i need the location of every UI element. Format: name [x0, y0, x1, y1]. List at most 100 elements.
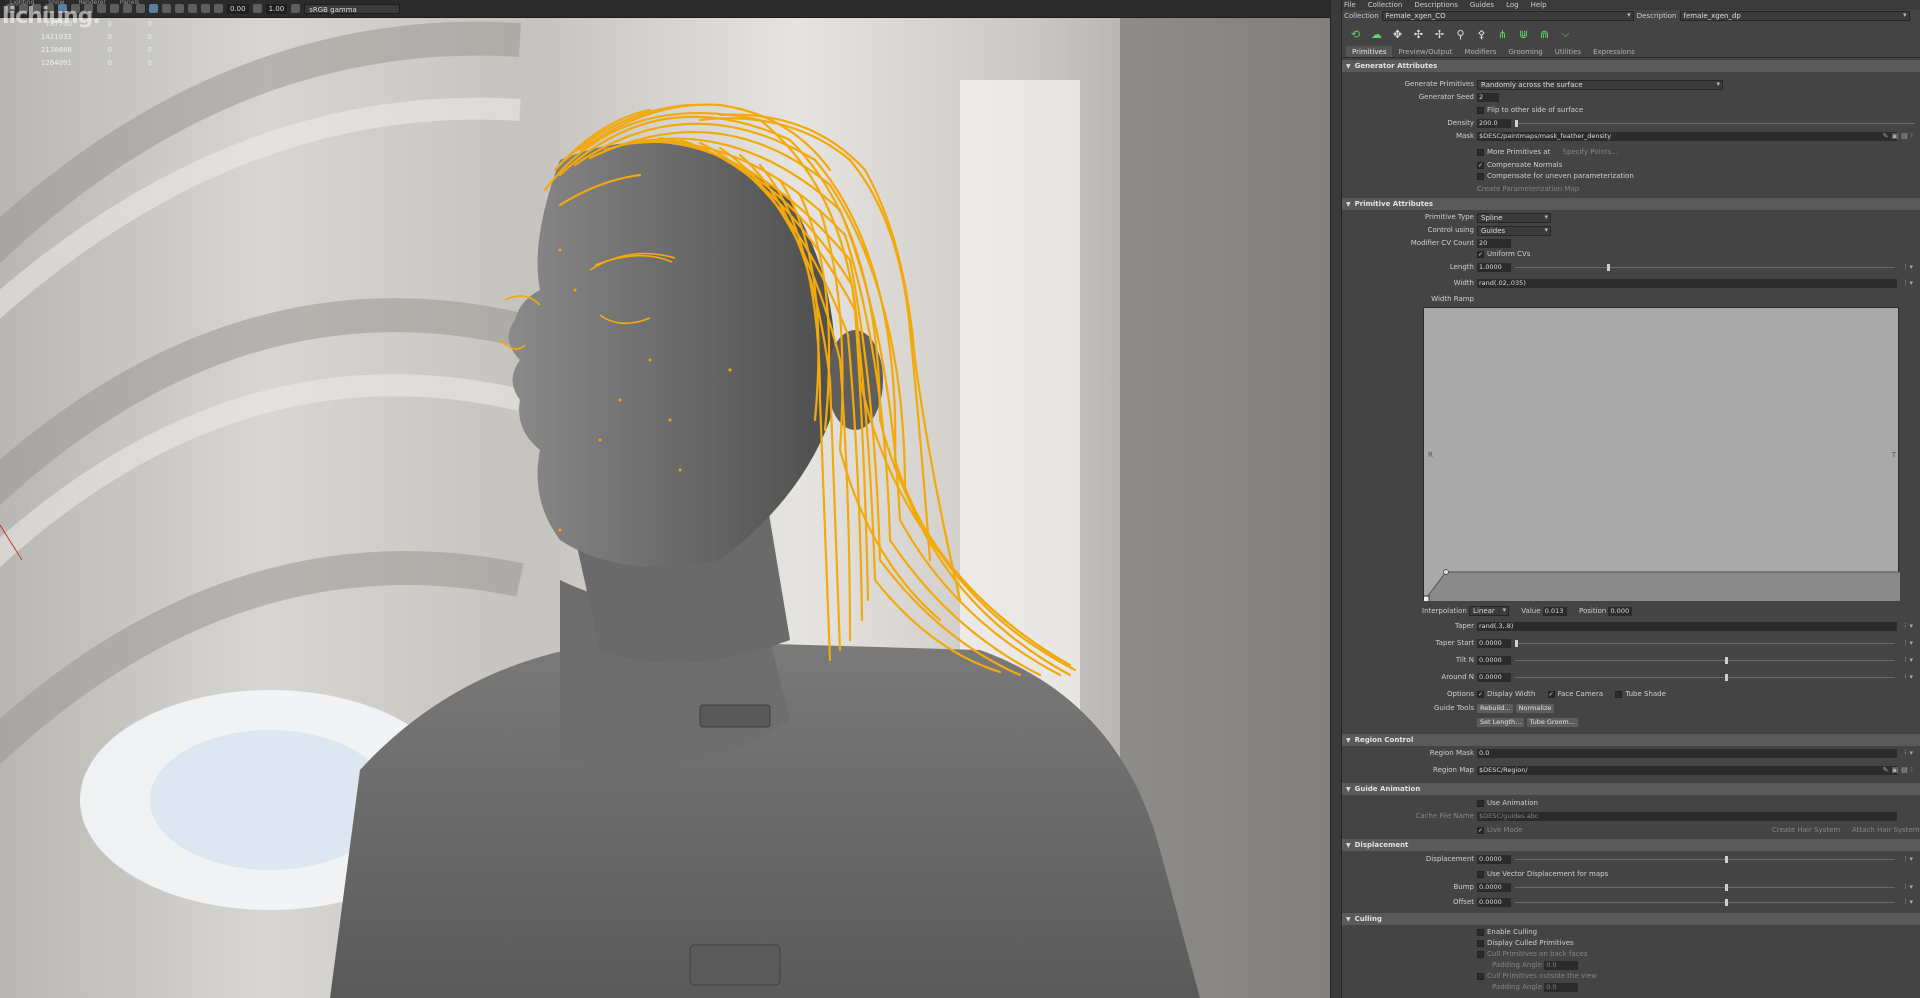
- hair-icon[interactable]: ⋓: [1516, 27, 1531, 42]
- description-select[interactable]: female_xgen_dp: [1679, 11, 1910, 21]
- tube-shade-checkbox[interactable]: [1615, 690, 1623, 698]
- create-hair-system-button[interactable]: Create Hair System: [1772, 826, 1840, 834]
- section-primitive[interactable]: Primitive Attributes: [1342, 198, 1920, 210]
- displacement-slider[interactable]: [1515, 856, 1895, 863]
- safe-action-icon[interactable]: [201, 4, 210, 13]
- display-culled-checkbox[interactable]: [1477, 939, 1484, 947]
- length-expr-icon[interactable]: ⁝▾: [1904, 263, 1916, 271]
- offset-field[interactable]: 0.0000: [1477, 898, 1511, 907]
- primitive-type-select[interactable]: Spline: [1477, 213, 1551, 223]
- more-primitives-checkbox[interactable]: [1477, 148, 1484, 156]
- enable-culling-checkbox[interactable]: [1477, 928, 1484, 936]
- bump-field[interactable]: 0.0000: [1477, 883, 1511, 892]
- region-map-tools-icon[interactable]: ✎▣▤⁝: [1883, 766, 1916, 774]
- density-field[interactable]: 200.0: [1477, 119, 1511, 128]
- import-icon[interactable]: ☁: [1369, 27, 1384, 42]
- set-length-button[interactable]: Set Length...: [1477, 718, 1525, 727]
- tab-preview-output[interactable]: Preview/Output: [1392, 46, 1458, 57]
- specify-points-button[interactable]: Specify Points...: [1563, 148, 1618, 156]
- ramp-position-field[interactable]: 0.000: [1608, 607, 1633, 616]
- tab-utilities[interactable]: Utilities: [1549, 46, 1587, 57]
- select-guide-icon[interactable]: ✣: [1411, 27, 1426, 42]
- section-region[interactable]: Region Control: [1342, 734, 1920, 746]
- uniform-cvs-checkbox[interactable]: [1477, 250, 1484, 258]
- tilt-n-expr-icon[interactable]: ⁝▾: [1904, 656, 1916, 664]
- section-culling[interactable]: Culling: [1342, 913, 1920, 925]
- hud-icon[interactable]: [149, 4, 158, 13]
- mask-tools-icon[interactable]: ✎▣▤⁝: [1883, 132, 1916, 140]
- region-mask-expr-icon[interactable]: ⁝▾: [1904, 749, 1916, 757]
- gate-mask-icon[interactable]: [175, 4, 184, 13]
- displacement-expr-icon[interactable]: ⁝▾: [1904, 855, 1916, 863]
- width-expr-icon[interactable]: ⁝▾: [1904, 279, 1916, 287]
- tab-expressions[interactable]: Expressions: [1587, 46, 1641, 57]
- sculpt-guide-icon[interactable]: ⚲: [1453, 27, 1468, 42]
- taper-field[interactable]: rand(.3,.8): [1477, 622, 1897, 631]
- offset-expr-icon[interactable]: ⁝▾: [1904, 898, 1916, 906]
- cv-count-field[interactable]: 20: [1477, 239, 1511, 248]
- cull-outside-view-checkbox[interactable]: [1477, 972, 1484, 980]
- taper-expr-icon[interactable]: ⁝▾: [1904, 622, 1916, 630]
- cull-back-faces-checkbox[interactable]: [1477, 950, 1484, 958]
- face-camera-checkbox[interactable]: [1547, 690, 1555, 698]
- length-field[interactable]: 1.0000: [1477, 263, 1511, 272]
- displacement-field[interactable]: 0.0000: [1477, 855, 1511, 864]
- tube-groom-button[interactable]: Tube Groom...: [1526, 718, 1578, 727]
- control-using-select[interactable]: Guides: [1477, 226, 1551, 236]
- vp-menu-item[interactable]: Panels: [120, 0, 139, 6]
- taper-start-field[interactable]: 0.0000: [1477, 639, 1511, 648]
- tab-modifiers[interactable]: Modifiers: [1458, 46, 1502, 57]
- section-generator[interactable]: Generator Attributes: [1342, 60, 1920, 72]
- display-width-checkbox[interactable]: [1477, 690, 1484, 698]
- tilt-n-field[interactable]: 0.0000: [1477, 656, 1511, 665]
- compensate-normals-checkbox[interactable]: [1477, 161, 1484, 169]
- normalize-button[interactable]: Normalize: [1515, 704, 1555, 713]
- menu-log[interactable]: Log: [1506, 0, 1519, 10]
- collection-select[interactable]: Female_xgen_CO: [1381, 11, 1634, 21]
- around-n-field[interactable]: 0.0000: [1477, 673, 1511, 682]
- exposure-field[interactable]: 0.00: [227, 3, 249, 14]
- bump-expr-icon[interactable]: ⁝▾: [1904, 883, 1916, 891]
- around-n-slider[interactable]: [1515, 674, 1895, 681]
- region-mask-field[interactable]: 0.0: [1477, 749, 1897, 758]
- region-map-field[interactable]: $DESC/Region/: [1477, 766, 1897, 775]
- generator-seed-field[interactable]: 2: [1477, 93, 1499, 102]
- colorspace-select[interactable]: sRGB gamma: [304, 3, 401, 14]
- cache-file-field[interactable]: $DESC/guides.abc: [1477, 812, 1897, 821]
- viewport-3d[interactable]: 0.00 1.00 sRGB gamma Lighting Show Rende…: [0, 0, 1330, 998]
- groom-icon[interactable]: ⋒: [1537, 27, 1552, 42]
- tab-primitives[interactable]: Primitives: [1346, 46, 1393, 57]
- preview-icon[interactable]: ⌵: [1558, 27, 1573, 42]
- width-field[interactable]: rand(.02,.035): [1477, 279, 1897, 288]
- taper-start-expr-icon[interactable]: ⁝▾: [1904, 639, 1916, 647]
- around-n-expr-icon[interactable]: ⁝▾: [1904, 673, 1916, 681]
- field-chart-icon[interactable]: [188, 4, 197, 13]
- color-management-icon[interactable]: [291, 4, 301, 13]
- density-slider[interactable]: [1515, 120, 1915, 127]
- interpolation-select[interactable]: Linear: [1469, 606, 1510, 616]
- live-mode-checkbox[interactable]: [1477, 826, 1484, 834]
- resolution-gate-icon[interactable]: [162, 4, 171, 13]
- generate-primitives-select[interactable]: Randomly across the surface: [1477, 80, 1723, 90]
- length-slider[interactable]: [1515, 264, 1895, 271]
- mask-field[interactable]: $DESC/paintmaps/mask_feather_density: [1477, 132, 1897, 141]
- gamma-field[interactable]: 1.00: [265, 3, 288, 14]
- compensate-uneven-checkbox[interactable]: [1477, 172, 1484, 180]
- attach-hair-system-button[interactable]: Attach Hair System: [1852, 826, 1920, 834]
- rebuild-button[interactable]: Rebuild...: [1477, 704, 1514, 713]
- tilt-n-slider[interactable]: [1515, 657, 1895, 664]
- padding-angle-field[interactable]: 0.0: [1544, 961, 1579, 970]
- menu-descriptions[interactable]: Descriptions: [1414, 0, 1458, 10]
- taper-start-slider[interactable]: [1515, 640, 1895, 647]
- menu-help[interactable]: Help: [1531, 0, 1547, 10]
- section-guide-animation[interactable]: Guide Animation: [1342, 783, 1920, 795]
- create-param-map-button[interactable]: Create Parameterization Map: [1477, 185, 1579, 193]
- width-ramp-graph[interactable]: R T: [1422, 307, 1900, 603]
- ramp-value-field[interactable]: 0.013: [1542, 607, 1567, 616]
- menu-file[interactable]: File: [1344, 0, 1356, 10]
- tab-grooming[interactable]: Grooming: [1502, 46, 1548, 57]
- menu-collection[interactable]: Collection: [1368, 0, 1403, 10]
- create-description-icon[interactable]: ⟲: [1348, 27, 1363, 42]
- offset-slider[interactable]: [1515, 899, 1895, 906]
- section-displacement[interactable]: Displacement: [1342, 839, 1920, 851]
